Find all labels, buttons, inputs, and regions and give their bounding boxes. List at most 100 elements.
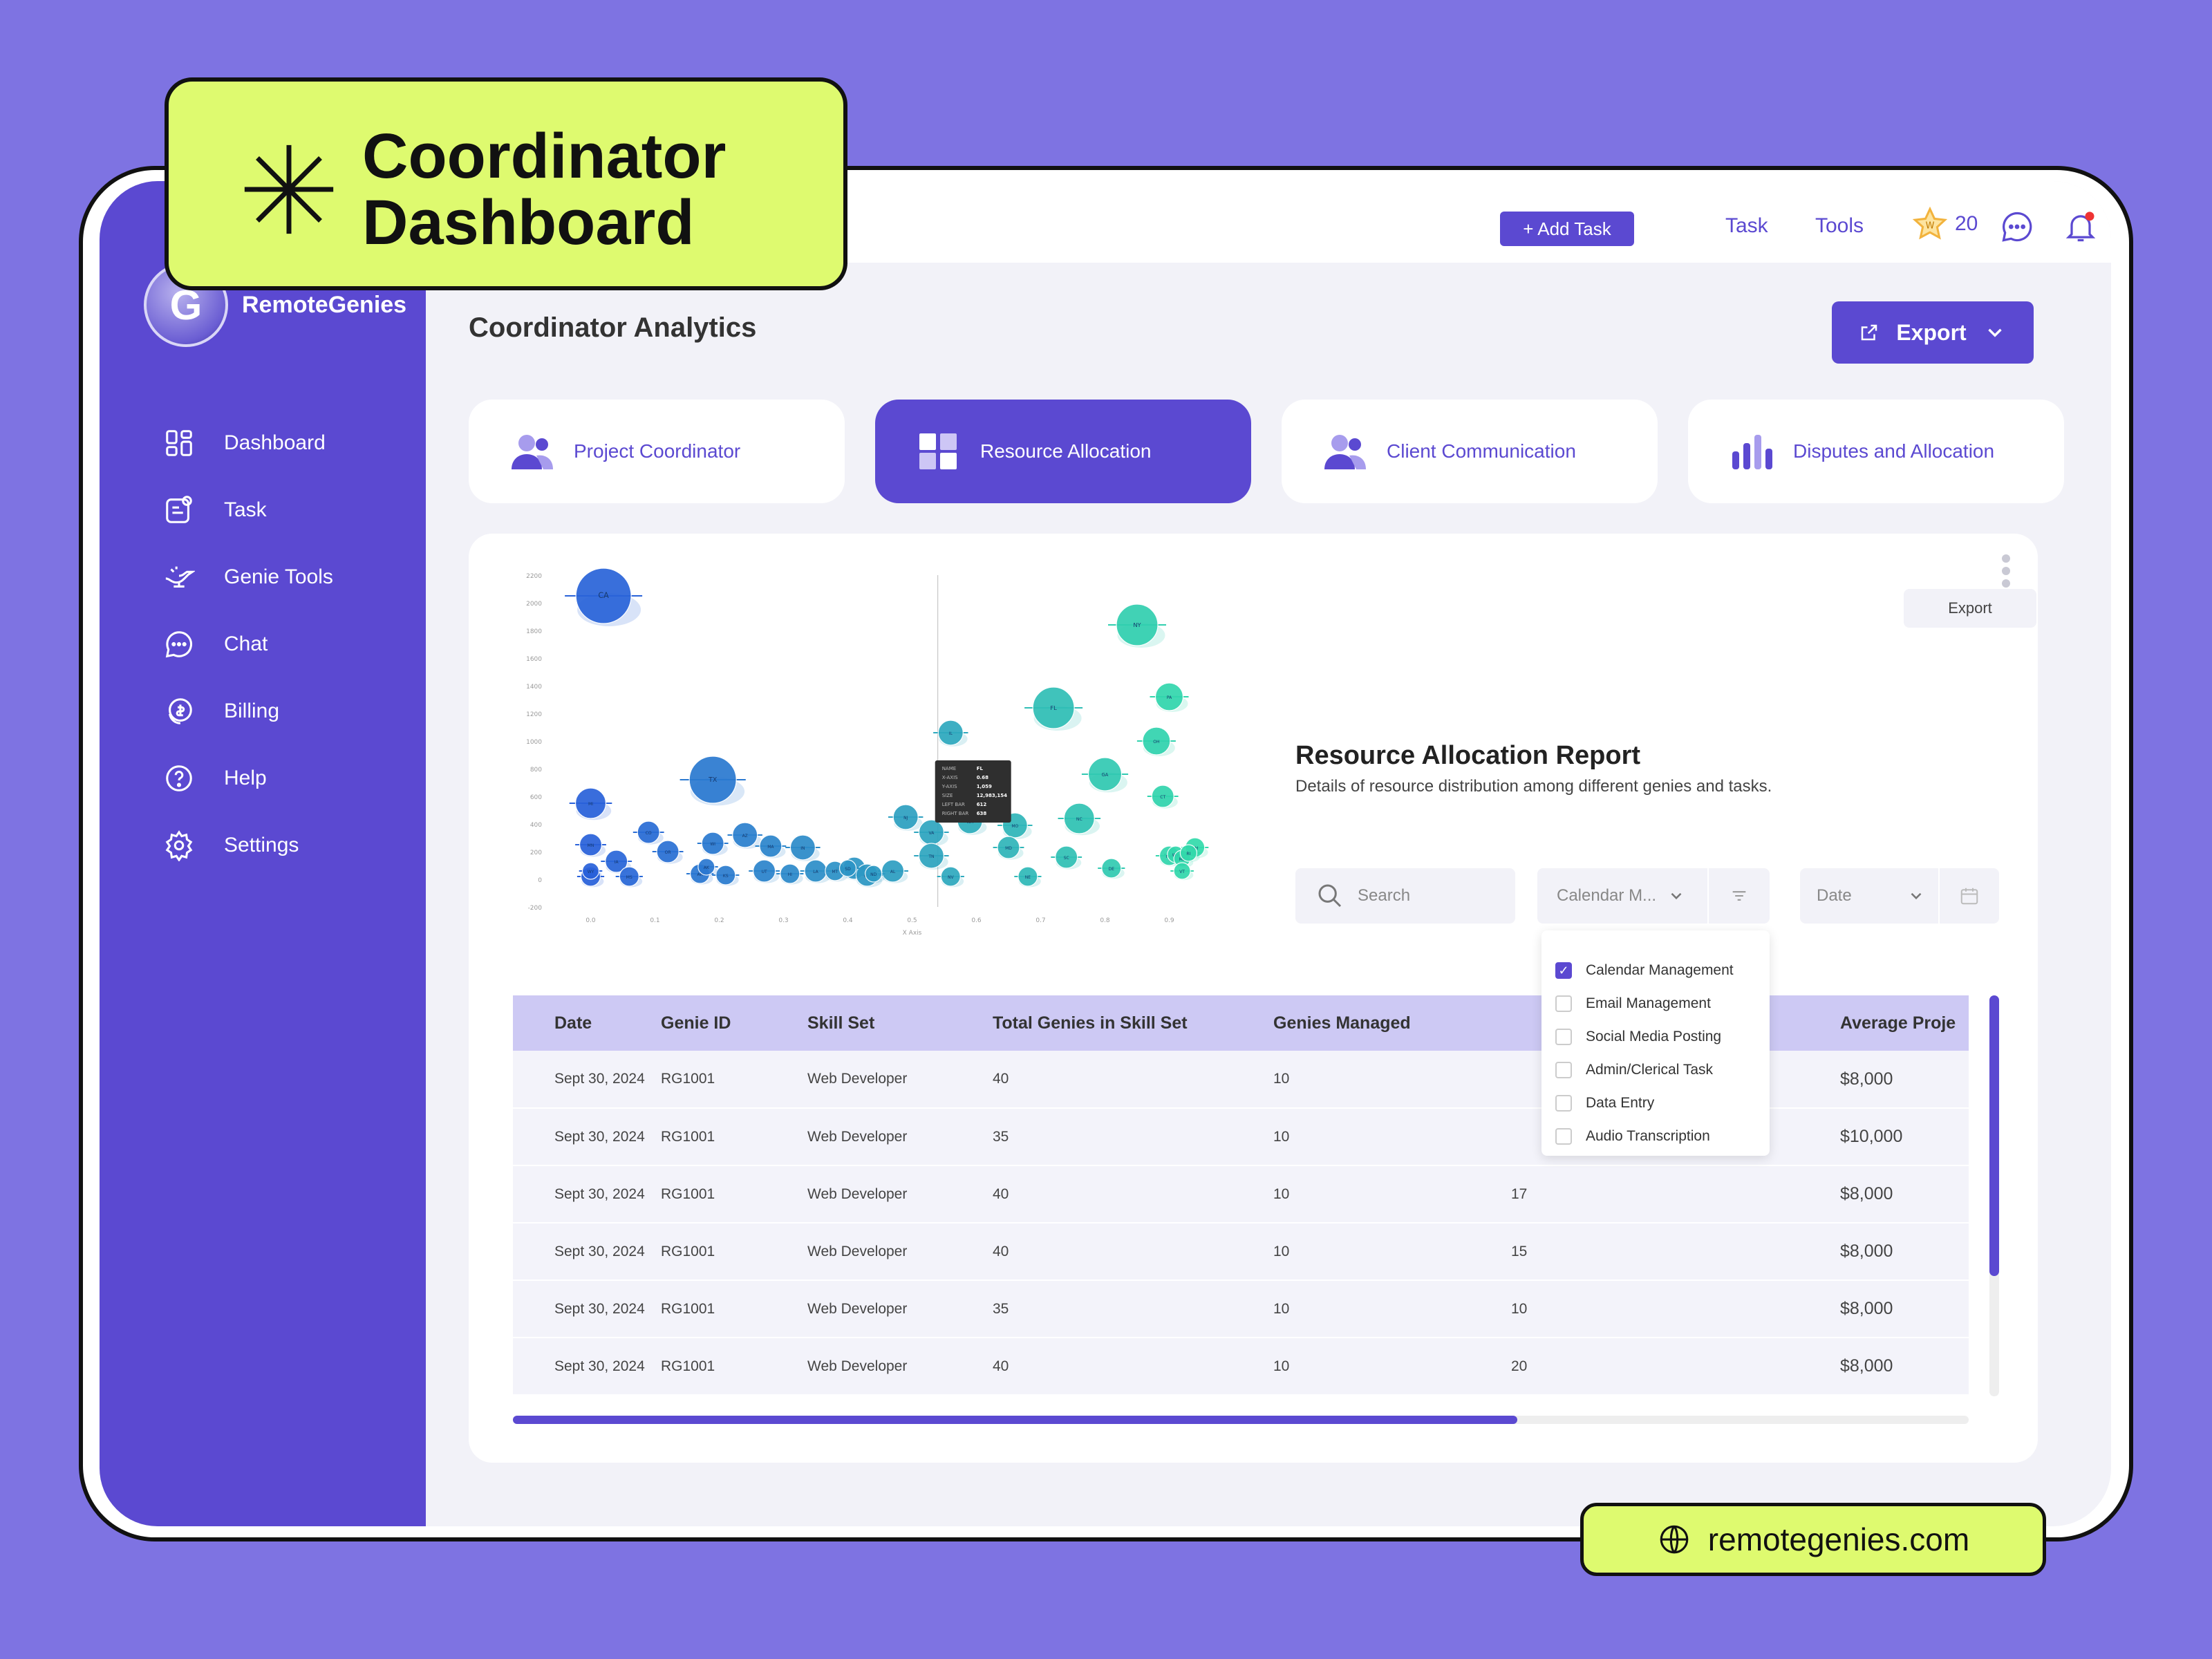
export-label: Export <box>1896 319 1967 345</box>
tooltip-key: Y-AXIS <box>941 784 957 789</box>
bubble-label: GA <box>1102 772 1109 778</box>
table-cell: 10 <box>1273 1358 1290 1374</box>
bubble-label: WY <box>588 870 594 874</box>
tab-client-communication[interactable]: Client Communication <box>1282 400 1658 503</box>
calendar-button[interactable] <box>1938 868 1999 924</box>
table-cell: 10 <box>1273 1185 1290 1202</box>
bubble-label: IL <box>949 731 953 736</box>
tooltip-key: NAME <box>942 766 957 771</box>
tooltip-value: 0.68 <box>977 775 988 780</box>
column-header[interactable]: Genie ID <box>661 995 807 1051</box>
sidebar-item-settings[interactable]: Settings <box>163 812 333 879</box>
column-header[interactable]: Skill Set <box>807 995 993 1051</box>
bubble-label: HI <box>788 872 793 877</box>
sidebar-item-billing[interactable]: Billing <box>163 677 333 744</box>
more-options-icon[interactable] <box>2002 554 2010 592</box>
y-tick-label: 600 <box>530 794 542 801</box>
checkbox[interactable] <box>1555 1029 1572 1045</box>
vertical-scrollbar[interactable] <box>1989 995 1999 1396</box>
sidebar-item-task[interactable]: Task <box>163 476 333 543</box>
bubble-label: MO <box>1011 824 1018 829</box>
table-cell: Sept 30, 2024 <box>554 1300 645 1317</box>
table-row[interactable]: Sept 30, 2024 RG1001 Web Developer 40 10 17 $8… <box>513 1165 1969 1223</box>
skill-filter-select[interactable]: Calendar M... <box>1537 868 1770 924</box>
task-link[interactable]: Task <box>1725 214 1768 238</box>
dropdown-option[interactable]: Social Media Posting <box>1541 1020 1770 1053</box>
sidebar-item-dashboard[interactable]: Dashboard <box>163 409 333 476</box>
table-cell: Sept 30, 2024 <box>554 1185 645 1202</box>
bubble-label: NJ <box>903 816 908 821</box>
bubble-label: UT <box>762 870 767 874</box>
dropdown-option[interactable]: Email Management <box>1541 987 1770 1020</box>
chevron-down-icon <box>1987 328 2002 337</box>
table-cell: $10,000 <box>1840 1127 1903 1146</box>
table-cell: 15 <box>1511 1243 1528 1259</box>
website-pill[interactable]: remotegenies.com <box>1580 1503 2046 1576</box>
dropdown-option[interactable]: ✓ Calendar Management <box>1541 954 1770 987</box>
scrollbar-thumb[interactable] <box>1989 995 1999 1276</box>
table-cell: RG1001 <box>661 1128 715 1145</box>
checkbox[interactable] <box>1555 1062 1572 1078</box>
tab-bar: Project Coordinator Resource Allocation … <box>469 400 2064 503</box>
help-icon <box>166 765 192 791</box>
dropdown-option[interactable]: Audio Transcription <box>1541 1120 1770 1153</box>
y-tick-label: 1200 <box>526 711 542 718</box>
badge-title-line: Dashboard <box>362 187 695 258</box>
bubble-label: TX <box>708 776 718 784</box>
scrollbar-thumb[interactable] <box>513 1416 1518 1424</box>
table-cell: RG1001 <box>661 1185 715 1202</box>
table-cell: RG1001 <box>661 1358 715 1374</box>
checkbox[interactable] <box>1555 1095 1572 1112</box>
bubble-label: MS <box>626 875 632 880</box>
bubble-chart[interactable]: -200 0 200 400 600 800 1000 1200 1400 1600 1800 200… <box>510 561 1215 948</box>
bubble-label: NY <box>1133 621 1141 628</box>
table-cell: 10 <box>1511 1300 1528 1317</box>
table-cell: Sept 30, 2024 <box>554 1358 645 1374</box>
horizontal-scrollbar[interactable] <box>513 1416 1969 1424</box>
date-select[interactable]: Date <box>1800 868 1999 924</box>
bell-icon[interactable] <box>2063 209 2099 245</box>
bubble-label: AK <box>704 865 710 870</box>
tab-resource-allocation[interactable]: Resource Allocation <box>875 400 1251 503</box>
table-row[interactable]: Sept 30, 2024 RG1001 Web Developer 40 10 15 $8… <box>513 1223 1969 1280</box>
column-header[interactable]: Total Genies in Skill Set <box>993 995 1273 1051</box>
add-task-button[interactable]: + Add Task <box>1500 212 1634 246</box>
tools-link[interactable]: Tools <box>1815 214 1864 238</box>
tab-disputes-and-allocation[interactable]: Disputes and Allocation <box>1688 400 2064 503</box>
column-header[interactable]: Average Proje <box>1840 995 1969 1051</box>
chart-export-button[interactable]: Export <box>1904 589 2036 628</box>
sidebar-item-help[interactable]: Help <box>163 744 333 812</box>
chat-icon[interactable] <box>1999 209 2035 245</box>
table-cell: $8,000 <box>1840 1184 1893 1203</box>
dropdown-option[interactable]: Admin/Clerical Task <box>1541 1053 1770 1087</box>
tooltip-key: X-AXIS <box>942 775 958 780</box>
filter-icon <box>1732 891 1746 901</box>
search-input[interactable]: Search <box>1295 868 1515 924</box>
column-header[interactable]: Genies Managed <box>1273 995 1511 1051</box>
filter-button[interactable] <box>1707 868 1770 924</box>
x-tick-label: 0.6 <box>971 917 982 924</box>
tooltip-value: FL <box>977 766 984 771</box>
column-header[interactable]: Date <box>513 995 661 1051</box>
skill-filter-dropdown: ✓ Calendar Management Email Management So… <box>1541 930 1770 1156</box>
table-cell: RG1001 <box>661 1243 715 1259</box>
table-row[interactable]: Sept 30, 2024 RG1001 Web Developer 40 10 20 $8… <box>513 1338 1969 1395</box>
sidebar-item-chat[interactable]: Chat <box>163 610 333 677</box>
dropdown-option[interactable]: Data Entry <box>1541 1087 1770 1120</box>
points-counter[interactable]: W 20 <box>1912 206 1978 242</box>
table-cell: 35 <box>993 1128 1009 1145</box>
sidebar-item-genie-tools[interactable]: Genie Tools <box>163 543 333 610</box>
checkbox-checked[interactable]: ✓ <box>1555 962 1572 979</box>
checkbox[interactable] <box>1555 995 1572 1012</box>
grid-icon <box>166 429 192 456</box>
table-cell: Web Developer <box>807 1243 908 1259</box>
table-row[interactable]: Sept 30, 2024 RG1001 Web Developer 35 10 10 $8… <box>513 1280 1969 1338</box>
bubble-label: IN <box>800 846 805 851</box>
checkbox[interactable] <box>1555 1128 1572 1145</box>
x-tick-label: 0.0 <box>585 917 596 924</box>
bubble-label: CO <box>646 831 652 836</box>
table-cell: $8,000 <box>1840 1356 1893 1376</box>
tab-project-coordinator[interactable]: Project Coordinator <box>469 400 845 503</box>
table-cell: Web Developer <box>807 1185 908 1202</box>
export-button[interactable]: Export <box>1832 301 2034 364</box>
